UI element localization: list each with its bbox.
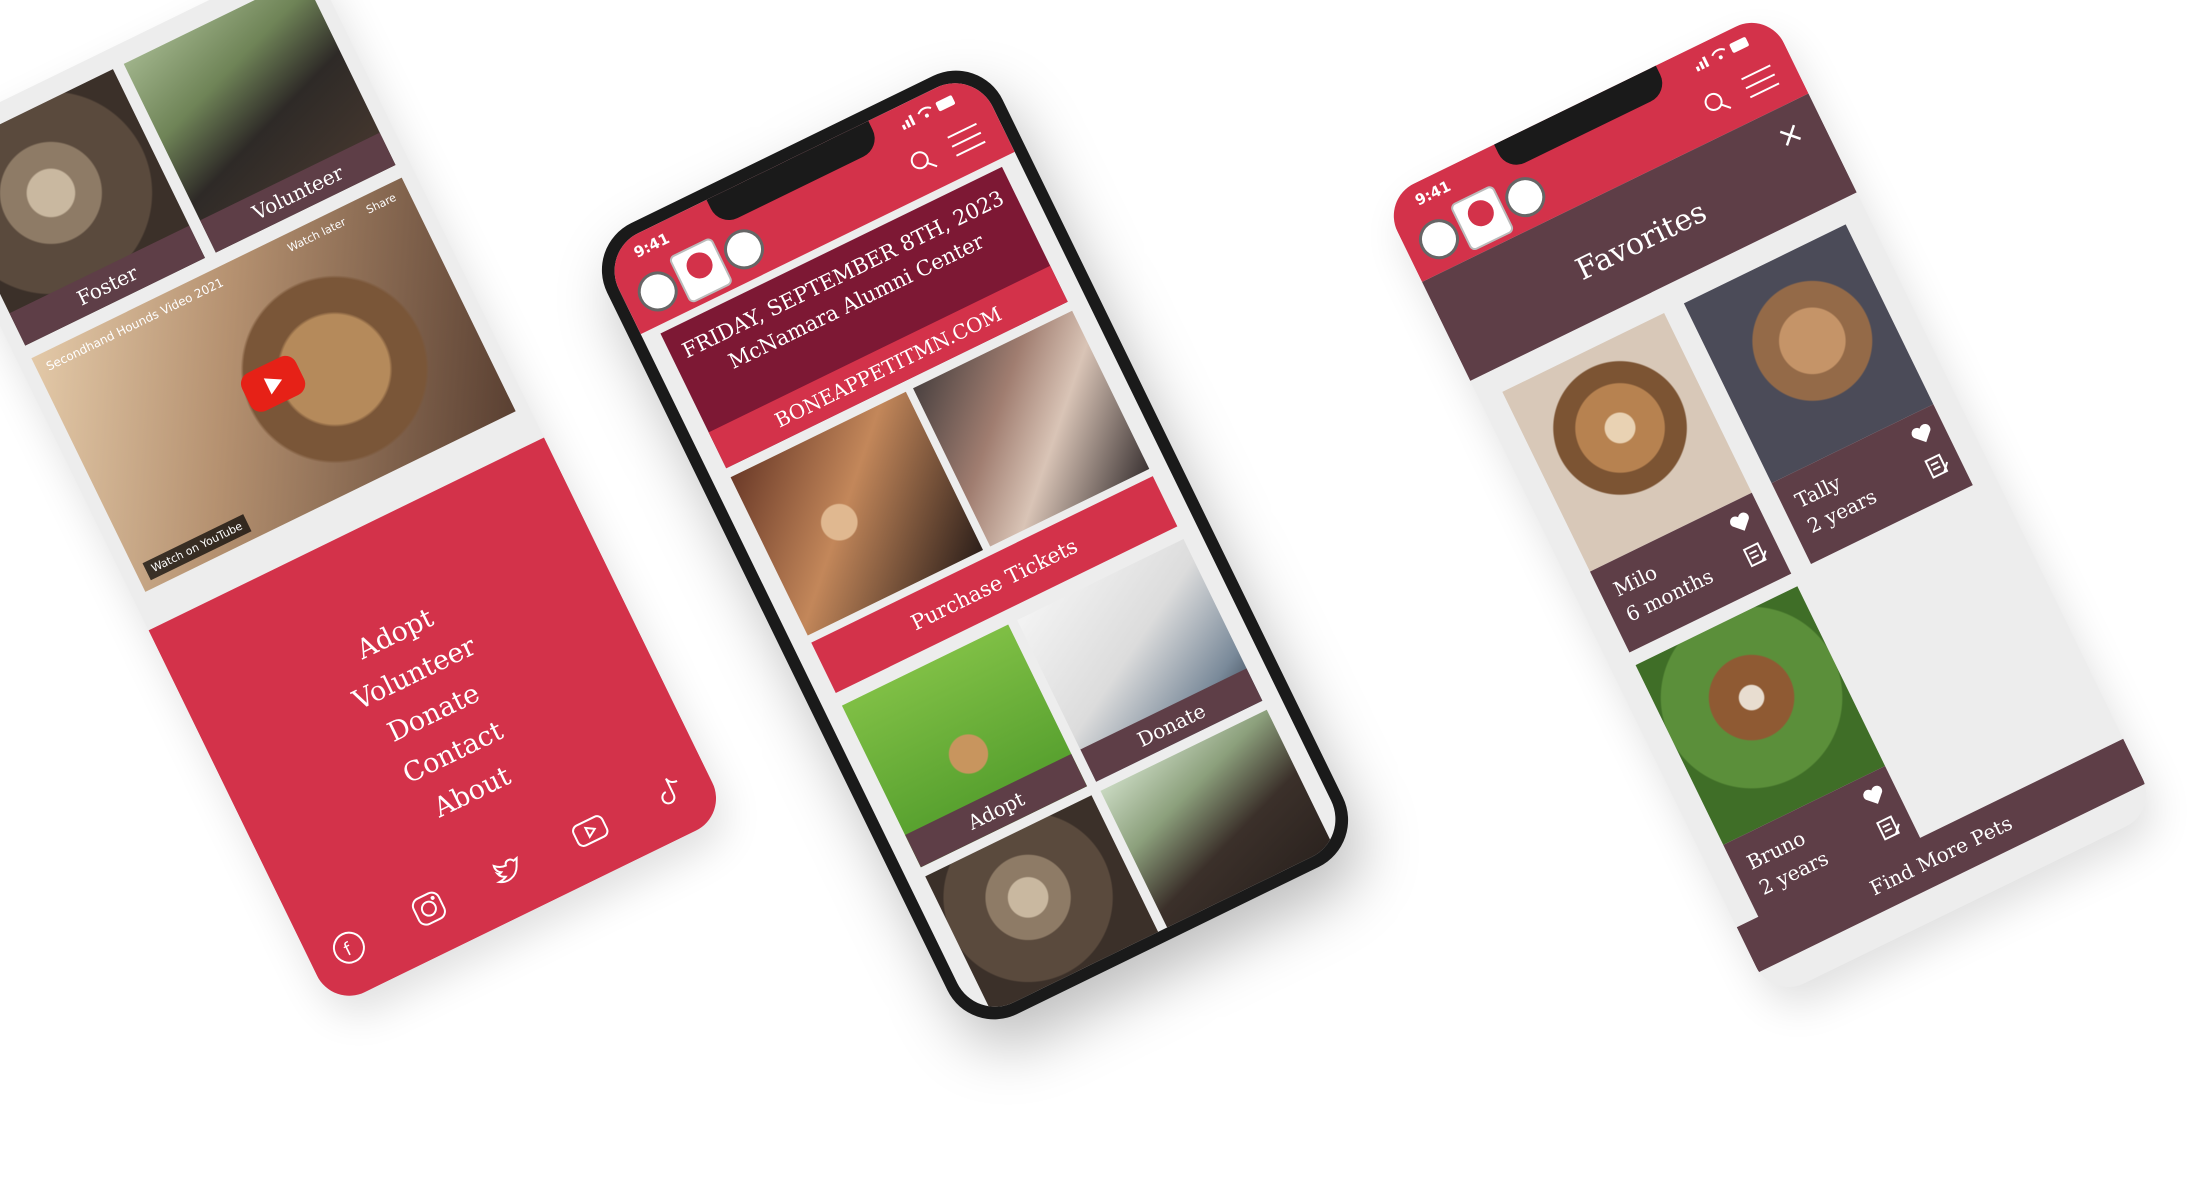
facebook-icon[interactable]: f — [326, 925, 371, 970]
phone-left: Foster Volunteer Secondhand Hounds Video… — [0, 0, 729, 1008]
header-actions — [905, 119, 989, 179]
play-button[interactable] — [236, 351, 310, 416]
center-screen: 9:41 FRIDAY, SEPTEMBER 8TH, 2023 McNamar… — [600, 69, 1350, 1021]
phone-right: 9:41 Favorites × Milo 6 months Tally 2 y… — [1381, 10, 2159, 1000]
left-screen: Foster Volunteer Secondhand Hounds Video… — [0, 0, 729, 1008]
search-icon[interactable] — [905, 144, 940, 179]
nav-list: Adopt Volunteer Donate Contact About — [188, 518, 680, 909]
watch-later-button[interactable]: Watch later — [286, 215, 348, 254]
youtube-label: YouTube — [198, 519, 245, 551]
status-icons — [1692, 33, 1753, 75]
search-icon[interactable] — [1699, 85, 1734, 120]
twitter-icon[interactable] — [485, 847, 530, 892]
instagram-icon[interactable] — [406, 886, 451, 931]
tiktok-icon[interactable] — [648, 768, 693, 813]
youtube-icon[interactable] — [565, 807, 614, 854]
play-icon — [263, 378, 283, 395]
notch — [1494, 65, 1669, 172]
signal-wifi-battery-icon — [1695, 37, 1749, 72]
favorites-title: Favorites — [1570, 194, 1713, 288]
watch-on-label: Watch on — [149, 540, 202, 575]
hamburger-menu-icon[interactable] — [944, 119, 989, 160]
watch-on-youtube[interactable]: Watch on YouTube — [142, 514, 252, 581]
right-screen: 9:41 Favorites × Milo 6 months Tally 2 y… — [1381, 10, 2159, 1000]
hamburger-menu-icon[interactable] — [1738, 61, 1783, 102]
svg-text:f: f — [340, 939, 355, 961]
phone-center: 9:41 FRIDAY, SEPTEMBER 8TH, 2023 McNamar… — [584, 53, 1366, 1037]
share-button[interactable]: Share — [364, 191, 398, 217]
